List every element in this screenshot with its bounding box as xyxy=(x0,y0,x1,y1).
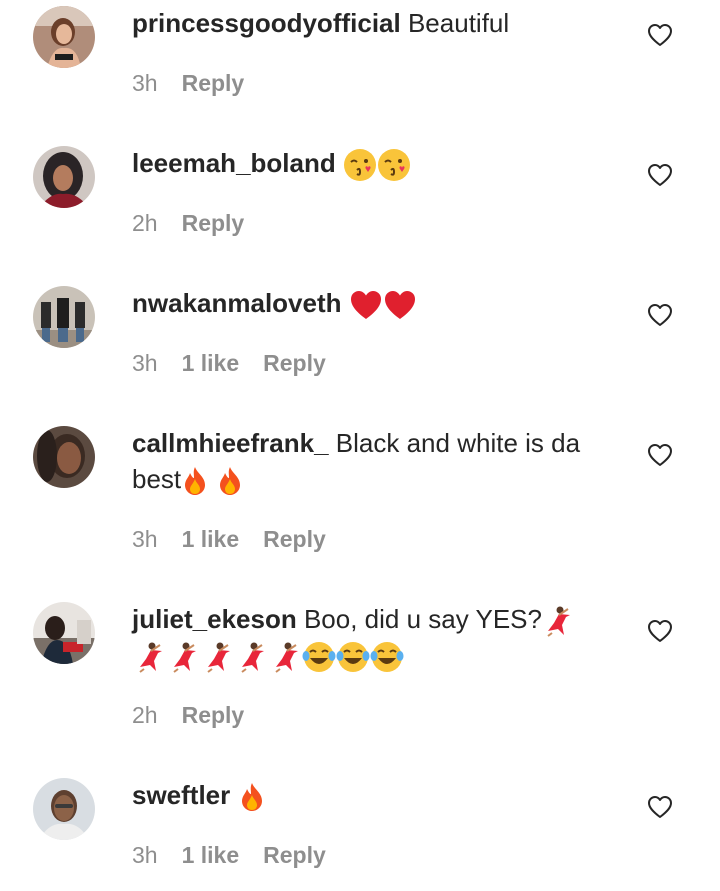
dancer-icon xyxy=(200,641,234,674)
comment-body: princessgoodyofficial Beautiful xyxy=(132,5,612,41)
face-blowing-kiss-icon xyxy=(377,148,411,182)
comment-time: 3h xyxy=(132,526,158,552)
comment-meta: 2h Reply xyxy=(132,700,244,730)
comment-meta: 2h Reply xyxy=(132,208,244,238)
avatar[interactable] xyxy=(33,146,95,208)
comment-username[interactable]: sweftler xyxy=(132,780,230,810)
comment-time: 3h xyxy=(132,350,158,376)
fire-icon xyxy=(181,465,209,497)
comment-time: 3h xyxy=(132,842,158,868)
like-count[interactable]: 1 like xyxy=(182,840,240,870)
tears-of-joy-icon xyxy=(336,640,370,674)
red-heart-icon xyxy=(349,289,383,321)
comment-meta: 3h 1 like Reply xyxy=(132,524,326,554)
avatar[interactable] xyxy=(33,778,95,840)
comment-time: 3h xyxy=(132,70,158,96)
tears-of-joy-icon xyxy=(302,640,336,674)
reply-button[interactable]: Reply xyxy=(263,348,326,378)
comment-body: sweftler xyxy=(132,777,612,813)
comment-text: Beautiful xyxy=(407,8,510,38)
dancer-icon xyxy=(234,641,268,674)
reply-button[interactable]: Reply xyxy=(182,208,245,238)
reply-button[interactable]: Reply xyxy=(182,68,245,98)
comment-body: nwakanmaloveth xyxy=(132,285,612,321)
heart-outline-icon[interactable] xyxy=(647,303,673,327)
comment-username[interactable]: leeemah_boland xyxy=(132,148,336,178)
like-count[interactable]: 1 like xyxy=(182,348,240,378)
comment-username[interactable]: nwakanmaloveth xyxy=(132,288,342,318)
dancer-icon xyxy=(132,641,166,674)
comment-body: leeemah_boland xyxy=(132,145,612,182)
dancer-icon xyxy=(542,605,572,637)
reply-button[interactable]: Reply xyxy=(182,700,245,730)
dancer-icon xyxy=(166,641,200,674)
heart-outline-icon[interactable] xyxy=(647,163,673,187)
tears-of-joy-icon xyxy=(370,640,404,674)
comment-body: callmhieefrank_ Black and white is da be… xyxy=(132,425,612,497)
heart-outline-icon[interactable] xyxy=(647,443,673,467)
comment-meta: 3h Reply xyxy=(132,68,244,98)
avatar[interactable] xyxy=(33,426,95,488)
comment-username[interactable]: juliet_ekeson xyxy=(132,604,297,634)
reply-button[interactable]: Reply xyxy=(263,524,326,554)
comment-time: 2h xyxy=(132,210,158,236)
fire-icon xyxy=(238,781,266,813)
heart-outline-icon[interactable] xyxy=(647,23,673,47)
like-count[interactable]: 1 like xyxy=(182,524,240,554)
comment-text: Boo, did u say YES? xyxy=(303,604,542,634)
heart-outline-icon[interactable] xyxy=(647,795,673,819)
reply-button[interactable]: Reply xyxy=(263,840,326,870)
comment-meta: 3h 1 like Reply xyxy=(132,348,326,378)
avatar[interactable] xyxy=(33,602,95,664)
comment-body: juliet_ekeson Boo, did u say YES? xyxy=(132,601,612,674)
fire-icon xyxy=(216,465,244,497)
face-blowing-kiss-icon xyxy=(343,148,377,182)
red-heart-icon xyxy=(383,289,417,321)
avatar[interactable] xyxy=(33,286,95,348)
heart-outline-icon[interactable] xyxy=(647,619,673,643)
comment-meta: 3h 1 like Reply xyxy=(132,840,326,870)
comment-time: 2h xyxy=(132,702,158,728)
comment-username[interactable]: callmhieefrank_ xyxy=(132,428,329,458)
dancer-icon xyxy=(268,641,302,674)
avatar[interactable] xyxy=(33,6,95,68)
comment-username[interactable]: princessgoodyofficial xyxy=(132,8,401,38)
